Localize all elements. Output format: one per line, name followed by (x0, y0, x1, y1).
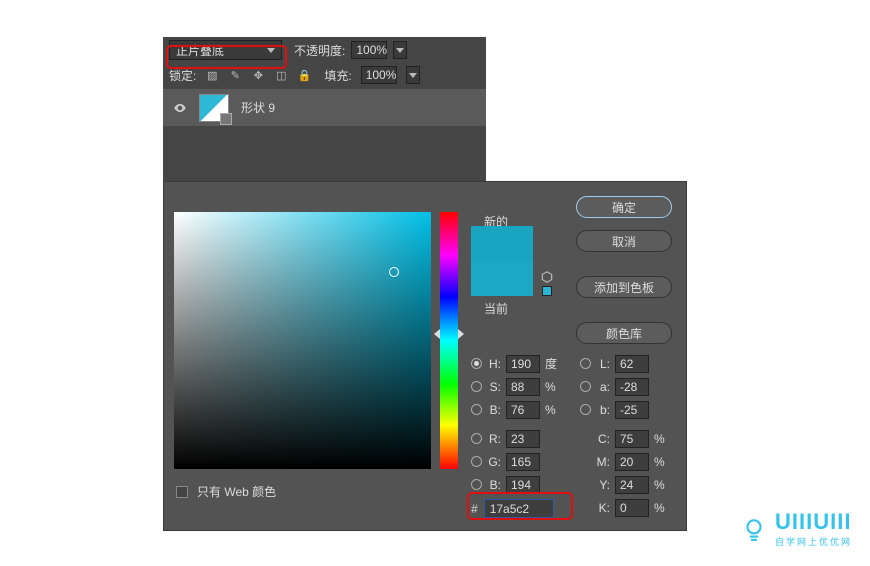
layer-thumbnail[interactable] (199, 94, 229, 122)
b-input[interactable]: 76 (506, 401, 540, 419)
b2-input[interactable]: 194 (506, 476, 540, 494)
bulb-icon (741, 516, 767, 542)
radio-lab-b[interactable] (580, 404, 591, 415)
fill-label: 填充: (324, 67, 351, 84)
saturation-value-field[interactable] (174, 212, 431, 469)
lock-image-icon[interactable]: ✎ (228, 68, 242, 82)
blend-mode-dropdown[interactable]: 正片叠底 (169, 40, 282, 60)
h-label: H: (487, 357, 501, 371)
radio-b[interactable] (471, 404, 482, 415)
ok-button[interactable]: 确定 (576, 196, 672, 218)
lock-all-icon[interactable]: 🔒 (297, 68, 311, 82)
l-label: L: (596, 357, 610, 371)
radio-g[interactable] (471, 456, 482, 467)
fill-input[interactable]: 100% (361, 66, 397, 84)
r-label: R: (487, 432, 501, 446)
watermark-subtext: 自学网上优优网 (775, 535, 852, 548)
hex-input[interactable]: 17a5c2 (484, 499, 554, 518)
lab-b-input[interactable]: -25 (615, 401, 649, 419)
b2-label: B: (487, 478, 501, 492)
g-input[interactable]: 165 (506, 453, 540, 471)
radio-s[interactable] (471, 381, 482, 392)
c-label: C: (596, 432, 610, 446)
k-label: K: (596, 501, 610, 515)
color-picker-dialog: 新的 当前 确定 取消 添加到色板 颜色库 H:190度 S:88% B:76%… (163, 181, 687, 531)
radio-l[interactable] (580, 358, 591, 369)
add-swatch-button[interactable]: 添加到色板 (576, 276, 672, 298)
new-color-swatch[interactable] (471, 226, 533, 261)
blend-mode-value: 正片叠底 (176, 42, 224, 59)
hex-label: # (471, 502, 478, 516)
s-label: S: (487, 380, 501, 394)
opacity-label: 不透明度: (294, 42, 345, 59)
hue-slider[interactable] (440, 212, 458, 469)
lock-transparent-icon[interactable]: ▨ (205, 68, 219, 82)
radio-b2[interactable] (471, 479, 482, 490)
a-label: a: (596, 380, 610, 394)
watermark: UIIIUIII 自学网上优优网 (741, 509, 852, 548)
k-input[interactable]: 0 (615, 499, 649, 517)
cancel-button[interactable]: 取消 (576, 230, 672, 252)
g-label: G: (487, 455, 501, 469)
lock-label: 锁定: (169, 67, 196, 84)
lock-position-icon[interactable]: ✥ (251, 68, 265, 82)
radio-r[interactable] (471, 433, 482, 444)
visibility-icon[interactable] (173, 101, 187, 115)
layers-panel: 正片叠底 不透明度: 100% 锁定: ▨ ✎ ✥ ◫ 🔒 填充: 100% 形… (163, 37, 486, 192)
sv-marker[interactable] (389, 267, 399, 277)
layer-row[interactable]: 形状 9 (163, 89, 486, 126)
y-input[interactable]: 24 (615, 476, 649, 494)
current-color-label: 当前 (484, 300, 508, 317)
web-safe-swatch[interactable] (542, 286, 552, 296)
fill-dropdown-button[interactable] (406, 66, 420, 84)
opacity-input[interactable]: 100% (351, 41, 387, 59)
c-input[interactable]: 75 (615, 430, 649, 448)
lock-artboard-icon[interactable]: ◫ (274, 68, 288, 82)
gamut-warning-icon[interactable] (540, 270, 554, 284)
radio-a[interactable] (580, 381, 591, 392)
r-input[interactable]: 23 (506, 430, 540, 448)
current-color-swatch[interactable] (471, 261, 533, 296)
radio-h[interactable] (471, 358, 482, 369)
chevron-down-icon (396, 48, 404, 53)
a-input[interactable]: -28 (615, 378, 649, 396)
h-input[interactable]: 190 (506, 355, 540, 373)
layer-name: 形状 9 (241, 99, 275, 116)
b-label: B: (487, 403, 501, 417)
watermark-text: UIIIUIII (775, 509, 852, 535)
m-label: M: (596, 455, 610, 469)
m-input[interactable]: 20 (615, 453, 649, 471)
color-library-button[interactable]: 颜色库 (576, 322, 672, 344)
l-input[interactable]: 62 (615, 355, 649, 373)
chevron-down-icon (409, 73, 417, 78)
web-colors-checkbox[interactable] (176, 486, 188, 498)
s-input[interactable]: 88 (506, 378, 540, 396)
lab-b-label: b: (596, 403, 610, 417)
chevron-down-icon (267, 48, 275, 53)
web-colors-label: 只有 Web 颜色 (197, 483, 276, 500)
opacity-dropdown-button[interactable] (393, 41, 407, 59)
y-label: Y: (596, 478, 610, 492)
color-swatches (471, 226, 533, 296)
